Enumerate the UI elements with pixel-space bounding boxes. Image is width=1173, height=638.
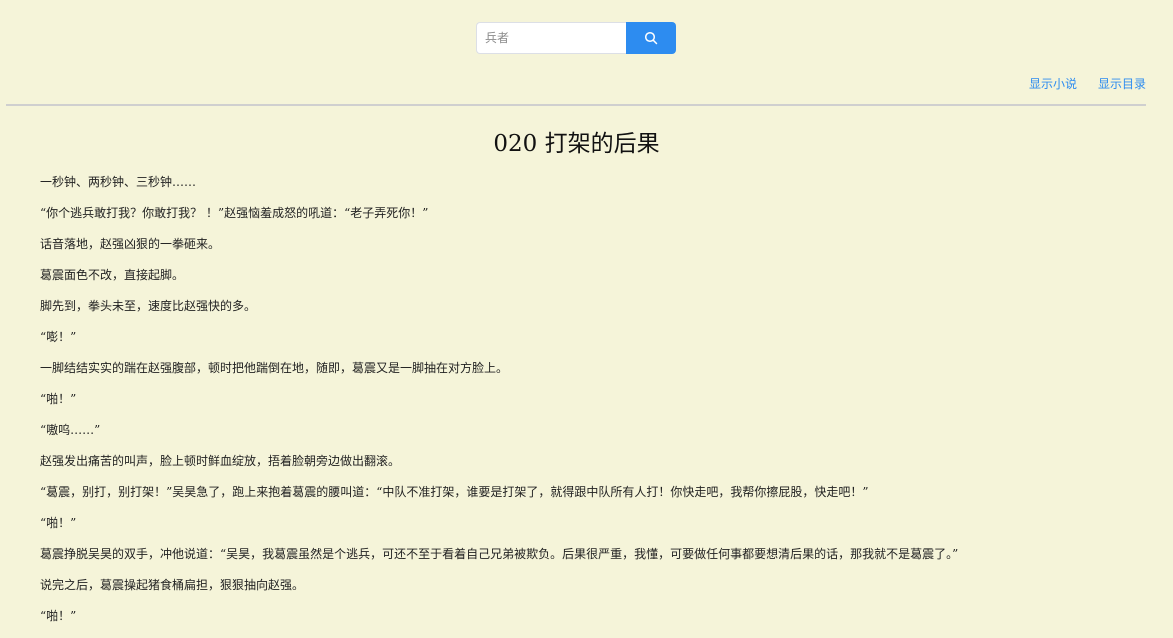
- paragraph: 葛震面色不改，直接起脚。: [40, 268, 185, 282]
- show-toc-link[interactable]: 显示目录: [1098, 75, 1146, 92]
- search-icon: [644, 31, 658, 45]
- paragraph: 赵强发出痛苦的叫声，脸上顿时鲜血绽放，捂着脸朝旁边做出翻滚。: [40, 454, 401, 468]
- divider: [6, 104, 1146, 106]
- paragraph: 脚先到，拳头未至，速度比赵强快的多。: [40, 299, 257, 313]
- paragraph: 说完之后，葛震操起猪食桶扁担，狠狠抽向赵强。: [40, 578, 305, 592]
- paragraph: “葛震，别打，别打架！”吴昊急了，跑上来抱着葛震的腰叫道：“中队不准打架，谁要是…: [40, 485, 869, 499]
- paragraph: 一脚结结实实的踹在赵强腹部，顿时把他踹倒在地，随即，葛震又是一脚抽在对方脸上。: [40, 361, 509, 375]
- chapter-title: 020 打架的后果: [493, 131, 660, 157]
- show-novel-link[interactable]: 显示小说: [1029, 75, 1077, 92]
- search-bar: [476, 22, 676, 54]
- search-input[interactable]: [476, 22, 626, 54]
- paragraph: “你个逃兵敢打我？你敢打我？ ！”赵强恼羞成怒的吼道：“老子弄死你！”: [40, 206, 429, 220]
- paragraph: “啪！”: [40, 516, 77, 530]
- top-links: 显示小说 显示目录: [1029, 75, 1146, 92]
- paragraph: “嘭！”: [40, 330, 77, 344]
- paragraph: 葛震挣脱吴昊的双手，冲他说道：“吴昊，我葛震虽然是个逃兵，可还不至于看着自己兄弟…: [40, 547, 959, 561]
- paragraph: “啪！”: [40, 392, 77, 406]
- paragraph: “啪！”: [40, 609, 77, 623]
- paragraph: 一秒钟、两秒钟、三秒钟……: [40, 175, 197, 189]
- paragraph: “嗷呜……”: [40, 423, 101, 437]
- search-button[interactable]: [626, 22, 676, 54]
- paragraph: 话音落地，赵强凶狠的一拳砸来。: [40, 237, 221, 251]
- chapter-content: 一秒钟、两秒钟、三秒钟…… “你个逃兵敢打我？你敢打我？ ！”赵强恼羞成怒的吼道…: [40, 172, 1140, 637]
